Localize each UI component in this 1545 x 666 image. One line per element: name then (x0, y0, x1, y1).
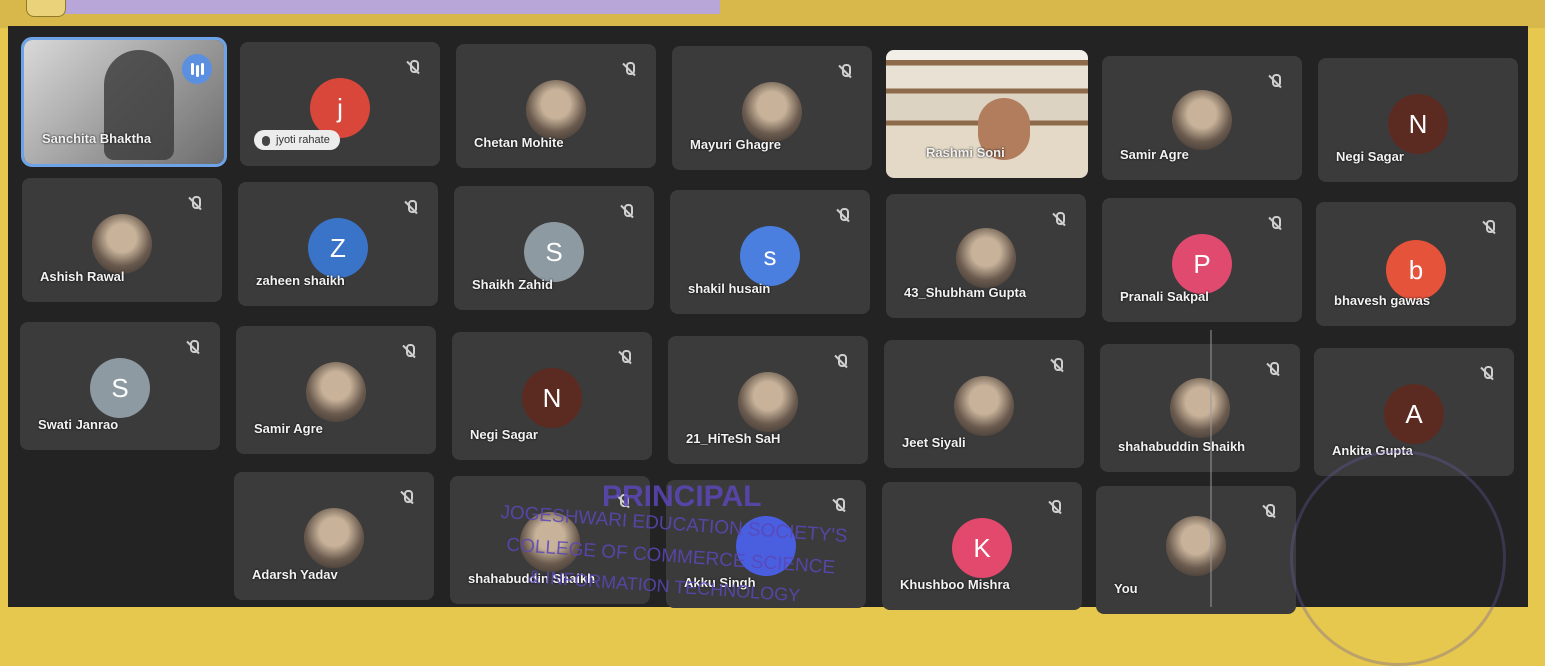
participant-name: Khushboo Mishra (900, 577, 1010, 592)
participant-name: Adarsh Yadav (252, 567, 338, 582)
participant-avatar (304, 508, 364, 568)
participant-avatar (742, 82, 802, 142)
mic-off-icon (400, 490, 414, 504)
participant-tile[interactable]: Chetan Mohite (456, 44, 656, 168)
mic-off-icon (404, 200, 418, 214)
participant-tile[interactable]: Jeet Siyali (884, 340, 1084, 468)
participant-avatar (92, 214, 152, 274)
seal-stamp (1290, 450, 1506, 666)
mic-off-icon (1048, 500, 1062, 514)
participant-tile[interactable]: j jyoti rahate (240, 42, 440, 166)
participant-tile[interactable]: N Negi Sagar (452, 332, 652, 460)
participant-name: Samir Agre (254, 421, 323, 436)
participant-tile[interactable]: 21_HiTeSh SaH (668, 336, 868, 464)
participant-name-chip: jyoti rahate (254, 130, 340, 150)
participant-name: Negi Sagar (1336, 149, 1404, 164)
mic-off-icon (1268, 74, 1282, 88)
meeting-top-strip (0, 0, 1545, 28)
mic-off-icon (620, 204, 634, 218)
participant-name: shahabuddin Shaikh (1118, 439, 1246, 454)
participant-name: 43_Shubham Gupta (904, 285, 1027, 300)
participant-name: zaheen shaikh (256, 273, 345, 288)
participant-tile[interactable]: shahabuddin Shaikh (1100, 344, 1300, 472)
participant-avatar: S (90, 358, 150, 418)
mic-off-icon (1262, 504, 1276, 518)
participant-tile[interactable]: 43_Shubham Gupta (886, 194, 1086, 318)
participant-avatar: N (522, 368, 582, 428)
participant-name: Samir Agre (1120, 147, 1189, 162)
participant-name: Mayuri Ghagre (690, 137, 782, 152)
mic-off-icon (1050, 358, 1064, 372)
participant-name: Shaikh Zahid (472, 277, 553, 292)
participant-name: 21_HiTeSh SaH (686, 431, 781, 446)
mic-off-icon (406, 60, 420, 74)
participant-tile[interactable]: Rashmi Soni (886, 50, 1088, 178)
mic-off-icon (622, 62, 636, 76)
menu-button[interactable] (26, 0, 66, 17)
participant-tile[interactable]: S Swati Janrao (20, 322, 220, 450)
participant-tile[interactable]: N Negi Sagar (1318, 58, 1518, 182)
participant-name: Pranali Sakpal (1120, 289, 1209, 304)
participant-tile[interactable]: s shakil husain (670, 190, 870, 314)
participant-name: Sanchita Bhaktha (42, 131, 152, 146)
mic-off-icon (836, 208, 850, 222)
participant-avatar (738, 372, 798, 432)
participant-avatar (526, 80, 586, 140)
participant-avatar: N (1388, 94, 1448, 154)
participant-tile[interactable]: b bhavesh gawas (1316, 202, 1516, 326)
participant-name: Jeet Siyali (902, 435, 966, 450)
mic-off-icon (618, 350, 632, 364)
participant-tile[interactable]: Adarsh Yadav (234, 472, 434, 600)
participant-avatar (1172, 90, 1232, 150)
mic-off-icon (1480, 366, 1494, 380)
mic-off-icon (834, 354, 848, 368)
participant-avatar (306, 362, 366, 422)
mic-off-icon (838, 64, 852, 78)
participant-tile[interactable]: Samir Agre (1102, 56, 1302, 180)
signature-mark (1210, 330, 1212, 607)
window-header-band (40, 0, 720, 14)
participant-avatar (1170, 378, 1230, 438)
participant-tile[interactable]: Z zaheen shaikh (238, 182, 438, 306)
mic-off-icon (1482, 220, 1496, 234)
stamp-title: PRINCIPAL (602, 480, 762, 513)
participant-name: Rashmi Soni (926, 145, 1005, 160)
participant-tile[interactable]: Mayuri Ghagre (672, 46, 872, 170)
mic-off-icon (188, 196, 202, 210)
participant-name: Swati Janrao (38, 417, 119, 432)
participant-tile[interactable]: S Shaikh Zahid (454, 186, 654, 310)
participant-avatar (956, 228, 1016, 288)
mic-off-icon (1052, 212, 1066, 226)
participant-name: shakil husain (688, 281, 771, 296)
participant-avatar: A (1384, 384, 1444, 444)
participant-avatar (954, 376, 1014, 436)
participant-avatar: P (1172, 234, 1232, 294)
mic-off-icon (1266, 362, 1280, 376)
participant-tile[interactable]: Sanchita Bhaktha (21, 37, 227, 167)
participant-avatar: S (524, 222, 584, 282)
participant-avatar: Z (308, 218, 368, 278)
participant-avatar: s (740, 226, 800, 286)
pin-icon (262, 136, 270, 146)
participant-name: Ashish Rawal (40, 269, 125, 284)
participant-tile[interactable]: P Pranali Sakpal (1102, 198, 1302, 322)
mic-off-icon (832, 498, 846, 512)
participant-name: Negi Sagar (470, 427, 538, 442)
participant-avatar (1166, 516, 1226, 576)
participant-name: bhavesh gawas (1334, 293, 1431, 308)
speaking-indicator-icon (182, 54, 212, 84)
participant-tile[interactable]: You (1096, 486, 1296, 614)
participant-name: You (1114, 581, 1138, 596)
mic-off-icon (402, 344, 416, 358)
mic-off-icon (1268, 216, 1282, 230)
participant-tile[interactable]: Samir Agre (236, 326, 436, 454)
participant-avatar: b (1386, 240, 1446, 300)
participant-avatar: j (310, 78, 370, 138)
participant-tile[interactable]: K Khushboo Mishra (882, 482, 1082, 610)
participant-name: Chetan Mohite (474, 135, 564, 150)
participant-tile[interactable]: Ashish Rawal (22, 178, 222, 302)
mic-off-icon (186, 340, 200, 354)
participant-avatar: K (952, 518, 1012, 578)
